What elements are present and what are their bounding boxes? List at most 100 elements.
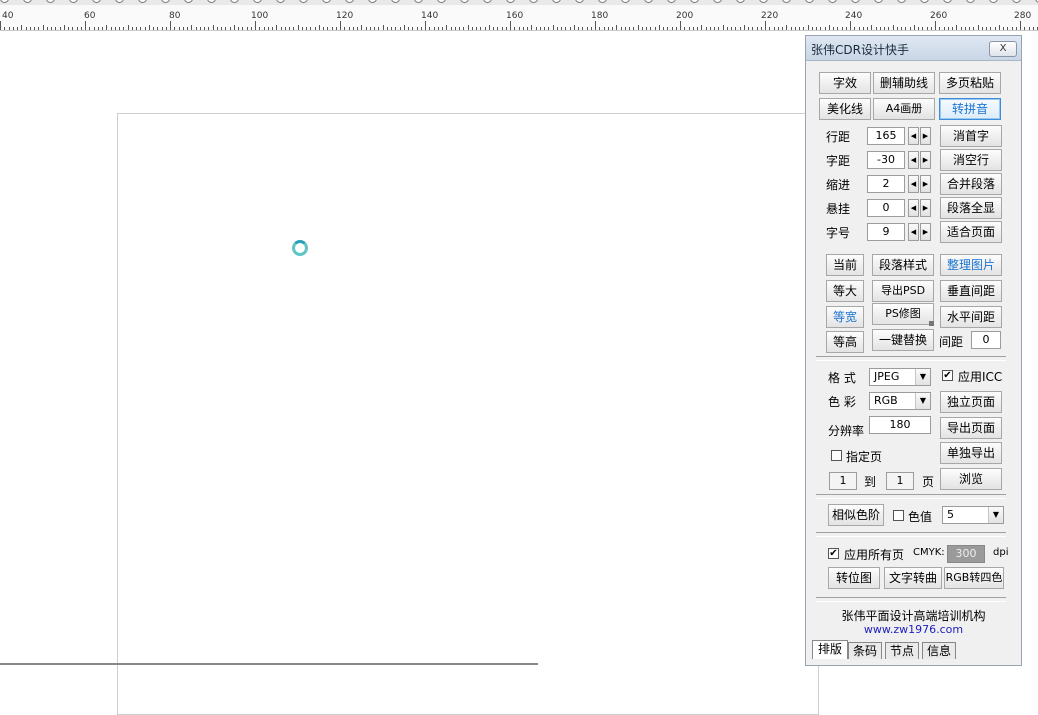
apply-all-pages-checkbox[interactable]: ✔ — [828, 548, 839, 559]
tab-layout[interactable]: 排版 — [812, 640, 848, 659]
ruler-tick — [81, 27, 82, 30]
apply-icc-checkbox[interactable]: ✔ — [942, 370, 953, 381]
text-to-curve-button[interactable]: 文字转曲 — [884, 567, 942, 589]
ruler-tick — [595, 21, 596, 30]
panel-titlebar[interactable]: 张伟CDR设计快手 X — [806, 36, 1021, 61]
ruler-tick — [842, 27, 843, 30]
export-psd-button[interactable]: 导出PSD — [872, 280, 934, 302]
word-effect-button[interactable]: 字效 — [819, 72, 871, 94]
page-to-input[interactable]: 1 — [886, 472, 914, 490]
decrease-arrow-icon[interactable]: ◀ — [908, 151, 919, 169]
indent-input[interactable]: 2 — [867, 175, 905, 193]
footer-url-link[interactable]: www.zw1976.com — [806, 623, 1021, 636]
ruler-tick — [910, 27, 911, 30]
color-value-checkbox[interactable] — [893, 510, 904, 521]
ruler-tick — [990, 27, 991, 30]
equal-height-button[interactable]: 等高 — [826, 331, 864, 353]
ruler-tick — [863, 27, 864, 30]
independent-page-button[interactable]: 独立页面 — [940, 391, 1002, 413]
show-all-paragraphs-button[interactable]: 段落全显 — [940, 197, 1002, 219]
ruler-tick — [442, 27, 443, 30]
decrease-arrow-icon[interactable]: ◀ — [908, 127, 919, 145]
ruler-tick — [353, 27, 354, 30]
fit-page-button[interactable]: 适合页面 — [940, 221, 1002, 243]
ruler-tick — [64, 25, 65, 30]
horizontal-scrollbar[interactable] — [0, 663, 538, 665]
remove-empty-lines-button[interactable]: 消空行 — [940, 149, 1002, 171]
ruler-tick — [370, 27, 371, 30]
hanging-input[interactable]: 0 — [867, 199, 905, 217]
close-button[interactable]: X — [989, 41, 1017, 57]
ruler-tick — [259, 27, 260, 30]
ruler-tick — [944, 27, 945, 30]
ruler-tick — [179, 27, 180, 30]
equal-width-button[interactable]: 等宽 — [826, 306, 864, 328]
specify-page-checkbox[interactable] — [831, 450, 842, 461]
multi-page-paste-button[interactable]: 多页粘贴 — [939, 72, 1001, 94]
equal-size-button[interactable]: 等大 — [826, 280, 864, 302]
dpi-label: dpi — [993, 547, 1009, 558]
tab-info[interactable]: 信息 — [922, 642, 956, 659]
ruler-tick — [650, 27, 651, 30]
page-from-input[interactable]: 1 — [829, 472, 857, 490]
format-select[interactable]: JPEG ▼ — [869, 368, 931, 386]
delete-guides-button[interactable]: 删辅助线 — [873, 72, 935, 94]
ps-retouch-button[interactable]: PS修图 — [872, 303, 934, 325]
decrease-arrow-icon[interactable]: ◀ — [908, 175, 919, 193]
ruler-tick — [472, 27, 473, 30]
ruler-tick — [4, 27, 5, 30]
ruler-tick — [961, 27, 962, 30]
merge-paragraphs-button[interactable]: 合并段落 — [940, 173, 1002, 195]
ruler-tick — [769, 27, 770, 30]
line-spacing-input[interactable]: 165 — [867, 127, 905, 145]
ruler-tick — [795, 27, 796, 30]
vertical-spacing-button[interactable]: 垂直间距 — [940, 280, 1002, 302]
char-spacing-input[interactable]: -30 — [867, 151, 905, 169]
increase-arrow-icon[interactable]: ▶ — [920, 223, 931, 241]
ruler-tick — [948, 27, 949, 30]
color-mode-select[interactable]: RGB ▼ — [869, 392, 931, 410]
rgb-to-cmyk-button[interactable]: RGB转四色 — [944, 567, 1004, 589]
increase-arrow-icon[interactable]: ▶ — [920, 175, 931, 193]
ruler-tick — [94, 27, 95, 30]
ruler-tick — [38, 27, 39, 30]
similar-level-button[interactable]: 相似色阶 — [828, 504, 884, 526]
to-pinyin-button[interactable]: 转拼音 — [939, 98, 1001, 120]
one-click-replace-button[interactable]: 一键替换 — [872, 329, 934, 351]
ruler-tick — [914, 25, 915, 30]
ruler-tick — [136, 27, 137, 30]
decrease-arrow-icon[interactable]: ◀ — [908, 199, 919, 217]
ruler-tick — [952, 27, 953, 30]
resolution-input[interactable]: 180 — [869, 416, 931, 434]
export-page-button[interactable]: 导出页面 — [940, 417, 1002, 439]
export-single-button[interactable]: 单独导出 — [940, 442, 1002, 464]
remove-first-char-button[interactable]: 消首字 — [940, 125, 1002, 147]
ruler-tick — [459, 27, 460, 30]
ruler-tick — [21, 25, 22, 30]
current-button[interactable]: 当前 — [826, 254, 864, 276]
increase-arrow-icon[interactable]: ▶ — [920, 127, 931, 145]
increase-arrow-icon[interactable]: ▶ — [920, 199, 931, 217]
tab-barcode[interactable]: 条码 — [848, 642, 882, 659]
color-value-select[interactable]: 5 ▼ — [942, 506, 1004, 524]
a4-album-button[interactable]: A4画册 — [873, 98, 935, 120]
ruler-tick — [778, 27, 779, 30]
decrease-arrow-icon[interactable]: ◀ — [908, 223, 919, 241]
paragraph-style-button[interactable]: 段落样式 — [872, 254, 934, 276]
font-size-input[interactable]: 9 — [867, 223, 905, 241]
beautify-line-button[interactable]: 美化线 — [819, 98, 871, 120]
document-page[interactable] — [117, 113, 819, 715]
browse-button[interactable]: 浏览 — [940, 468, 1002, 490]
organize-images-button[interactable]: 整理图片 — [940, 254, 1002, 276]
spacing-input[interactable]: 0 — [971, 331, 1001, 349]
convert-bitmap-button[interactable]: 转位图 — [828, 567, 880, 589]
horizontal-spacing-button[interactable]: 水平间距 — [940, 306, 1002, 328]
ruler-tick — [561, 27, 562, 30]
tab-nodes[interactable]: 节点 — [885, 642, 919, 659]
cmyk-dpi-input[interactable]: 300 — [947, 545, 985, 563]
ruler-tick — [145, 27, 146, 30]
separator — [816, 494, 1006, 499]
cmyk-label: CMYK: — [913, 547, 945, 558]
increase-arrow-icon[interactable]: ▶ — [920, 151, 931, 169]
ruler-tick — [574, 25, 575, 30]
